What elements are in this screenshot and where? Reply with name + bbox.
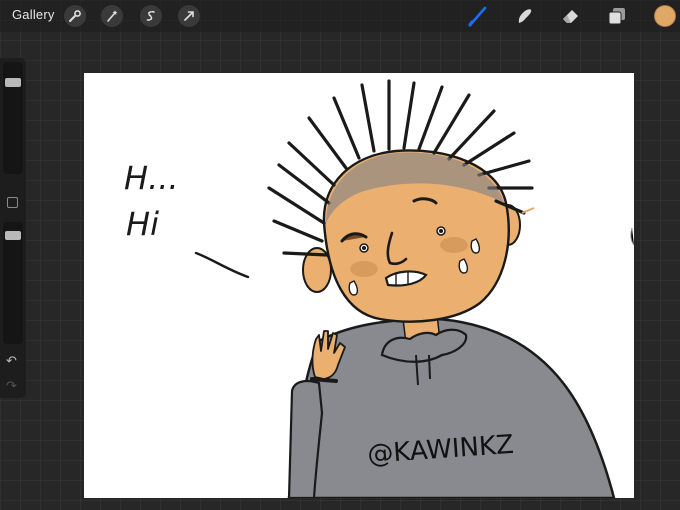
redo-arrow-icon[interactable]: ↷ [6, 379, 17, 392]
brush-size-slider[interactable] [3, 62, 23, 174]
opacity-slider[interactable] [3, 222, 23, 344]
drawing-canvas[interactable]: H... Hi @KAWINKZ [84, 73, 634, 498]
color-picker-button[interactable] [654, 5, 676, 27]
top-toolbar: Gallery [0, 0, 680, 32]
left-sidebar: ↶ ↷ [0, 58, 26, 398]
transform-arrow-icon [184, 11, 194, 21]
selection-icon [146, 10, 155, 21]
handwritten-text-line2: Hi [126, 205, 159, 243]
artwork: H... Hi @KAWINKZ [124, 79, 634, 498]
smudge-icon [518, 9, 532, 23]
layers-button[interactable] [605, 4, 629, 28]
actions-button[interactable] [64, 5, 86, 27]
layers-icon [608, 8, 625, 25]
eraser-button[interactable] [559, 4, 583, 28]
undo-arrow-icon[interactable]: ↶ [6, 354, 17, 367]
magic-wand-icon [107, 10, 118, 22]
transform-button[interactable] [178, 5, 200, 27]
wrench-icon [69, 10, 81, 22]
brush-button[interactable] [466, 4, 490, 28]
brush-icon [468, 6, 487, 27]
modify-button[interactable] [7, 197, 18, 208]
adjustments-button[interactable] [101, 5, 123, 27]
selection-button[interactable] [140, 5, 162, 27]
eraser-icon [563, 10, 578, 23]
gallery-button[interactable]: Gallery [12, 7, 55, 22]
opacity-thumb[interactable] [5, 231, 21, 241]
handwritten-text-line1: H... [124, 159, 179, 197]
brush-size-thumb[interactable] [5, 78, 21, 88]
smudge-button[interactable] [512, 4, 536, 28]
